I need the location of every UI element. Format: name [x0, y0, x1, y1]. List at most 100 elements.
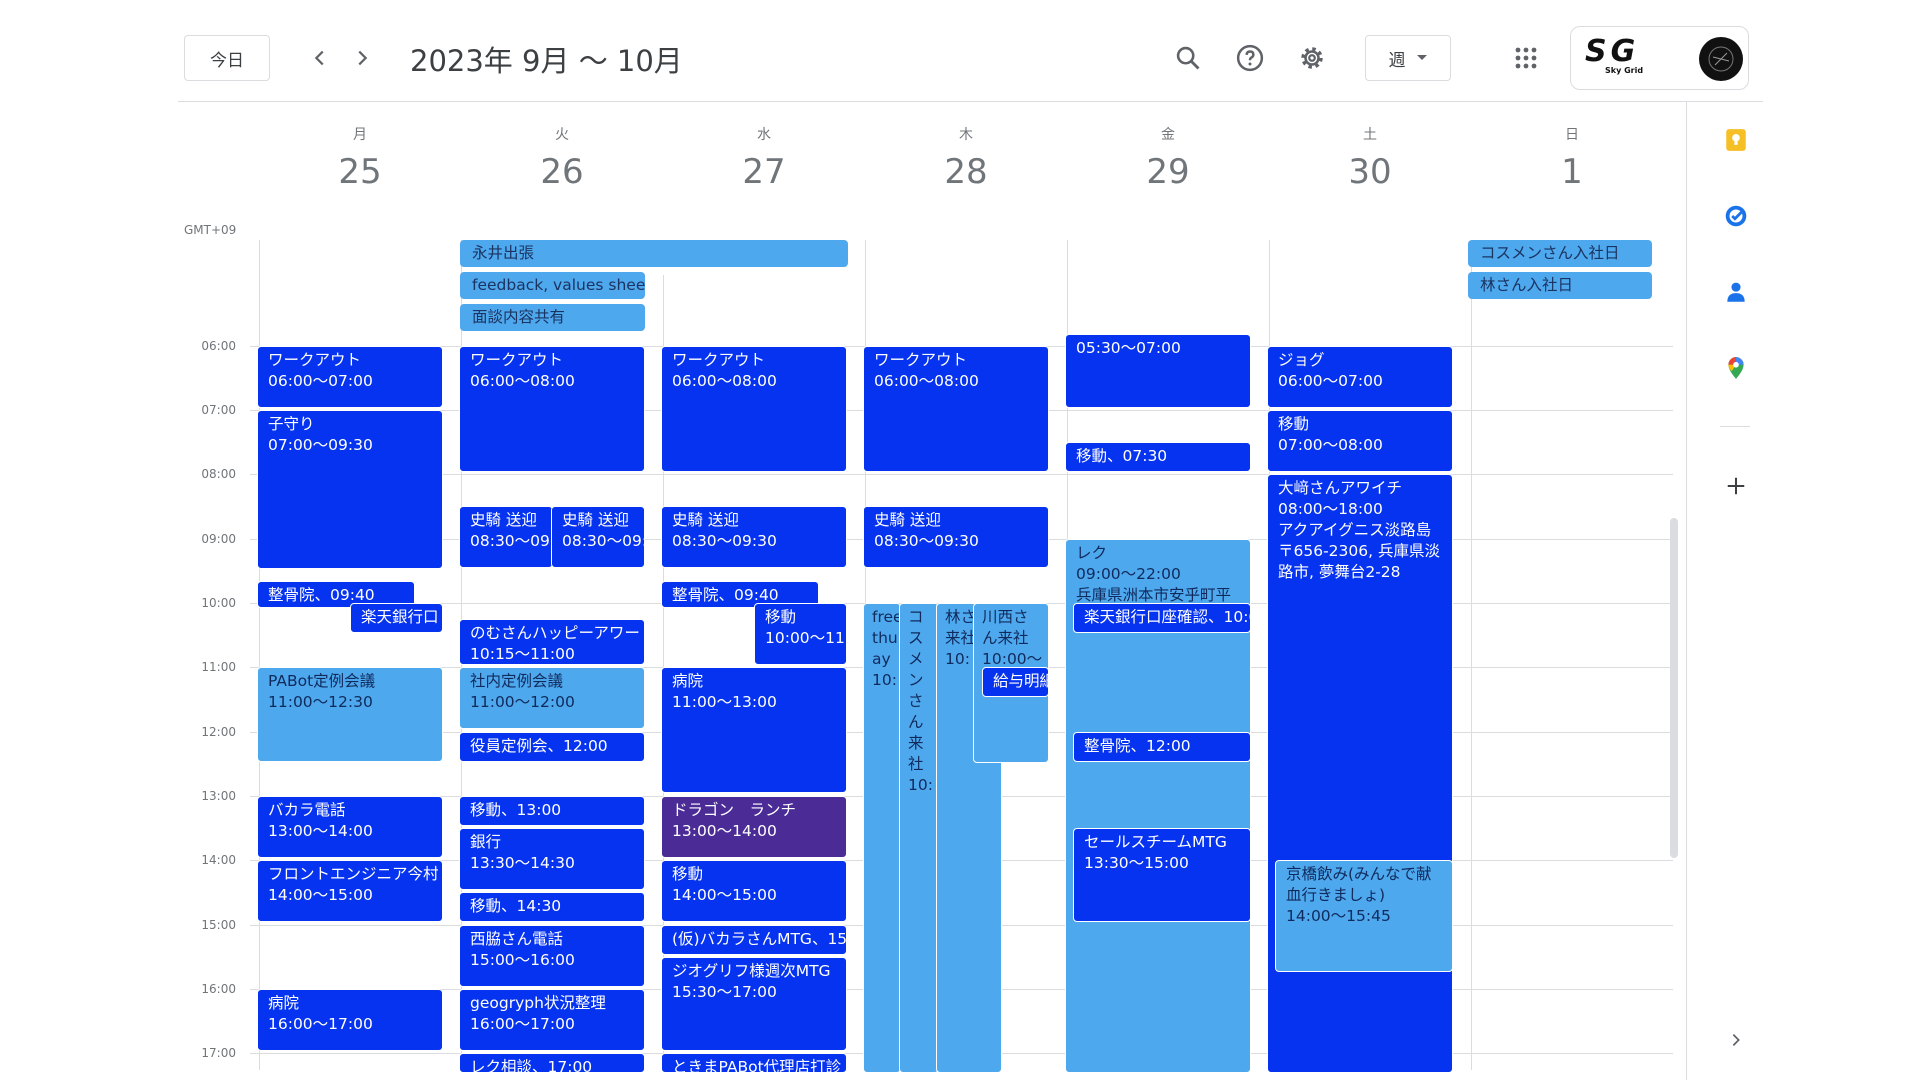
calendar-event[interactable]: 移動、13:00	[459, 796, 645, 826]
calendar-event[interactable]: ドラゴン ランチ 13:00〜14:00	[661, 796, 847, 858]
calendar-event[interactable]: ワークアウト 06:00〜08:00	[459, 346, 645, 472]
settings-button[interactable]	[1288, 34, 1336, 82]
calendar-event[interactable]: 役員定例会、12:00	[459, 732, 645, 762]
maps-icon	[1728, 357, 1744, 379]
day-header-wed[interactable]: 水 27	[664, 124, 864, 192]
calendar-event[interactable]: 移動、14:30	[459, 892, 645, 922]
hour-label: 16:00	[201, 982, 236, 996]
calendar-event[interactable]: のむさんハッピーアワー 10:15〜11:00	[459, 619, 645, 665]
calendar-event[interactable]: 社内定例会議 11:00〜12:00	[459, 667, 645, 729]
hour-label: 17:00	[201, 1046, 236, 1060]
calendar-event[interactable]: 子守り 07:00〜09:30	[257, 410, 443, 569]
view-selector[interactable]: 週	[1365, 35, 1451, 81]
calendar-event[interactable]: (仮)バカラさんMTG、15:00	[661, 925, 847, 955]
calendar-event[interactable]: 病院 11:00〜13:00	[661, 667, 847, 793]
keep-icon	[1726, 129, 1746, 151]
calendar-event[interactable]: ジオグリフ様週次MTG 15:30〜17:00	[661, 957, 847, 1051]
calendar-event[interactable]: ジョグ 06:00〜07:00	[1267, 346, 1453, 408]
tasks-button[interactable]	[1716, 196, 1756, 236]
search-icon	[1176, 46, 1200, 70]
grid-line	[1471, 240, 1472, 1070]
calendar-event[interactable]: 銀行 13:30〜14:30	[459, 828, 645, 890]
calendar-event[interactable]: 大﨑さんアワイチ 08:00〜18:00 アクアイグニス淡路島 〒656-2306,…	[1267, 474, 1453, 1073]
plus-icon	[1727, 477, 1745, 495]
calendar-event[interactable]: 史騎 送迎 08:30〜09:30	[863, 506, 1049, 568]
hour-line	[250, 474, 1673, 475]
calendar-event[interactable]: ときまPABot代理店打診	[661, 1053, 847, 1073]
gear-icon	[1301, 47, 1323, 69]
hour-label: 13:00	[201, 789, 236, 803]
apps-grid-icon	[1515, 47, 1537, 69]
hour-label: 12:00	[201, 725, 236, 739]
calendar-event[interactable]: 京橋飲み(みんなで献血行きましょ) 14:00〜15:45	[1275, 860, 1453, 972]
expand-side-panel-button[interactable]	[1716, 1020, 1756, 1060]
help-button[interactable]	[1226, 34, 1274, 82]
calendar-event[interactable]: ワークアウト 06:00〜07:00	[257, 346, 443, 408]
hour-label: 07:00	[201, 403, 236, 417]
maps-button[interactable]	[1716, 348, 1756, 388]
calendar-event[interactable]: PABot定例会議 11:00〜12:30	[257, 667, 443, 762]
calendar-event[interactable]: 移動、07:30	[1065, 442, 1251, 472]
day-header-sat[interactable]: 土 30	[1270, 124, 1470, 192]
day-header-sun[interactable]: 日1	[1472, 124, 1672, 192]
view-label: 週	[1388, 50, 1406, 71]
calendar-event[interactable]: 移動 07:00〜08:00	[1267, 410, 1453, 472]
hour-label: 14:00	[201, 853, 236, 867]
calendar-event[interactable]: 整骨院、12:00	[1073, 732, 1251, 762]
date-range-title: 2023年 9月 〜 10月	[410, 44, 683, 78]
day-header-fri[interactable]: 金 29	[1068, 124, 1268, 192]
hour-label: 06:00	[201, 339, 236, 353]
side-separator	[1720, 426, 1750, 427]
allday-event[interactable]: feedback, values shee	[460, 272, 645, 299]
contacts-button[interactable]	[1716, 272, 1756, 312]
calendar-event[interactable]: 楽天銀行口座確認、10:00	[1073, 603, 1251, 633]
hour-label: 08:00	[201, 467, 236, 481]
calendar-event[interactable]: 移動 14:00〜15:00	[661, 860, 847, 922]
keep-button[interactable]	[1716, 120, 1756, 160]
account-switcher[interactable]: SG Sky Grid	[1570, 26, 1749, 90]
previous-week-button[interactable]	[300, 38, 340, 78]
calendar-event[interactable]: 史騎 送迎 08:30〜09:30	[661, 506, 847, 568]
next-week-button[interactable]	[342, 38, 382, 78]
calendar-event[interactable]: 移動10:00〜11:00	[754, 603, 847, 665]
calendar-event[interactable]: バカラ電話 13:00〜14:00	[257, 796, 443, 858]
add-addon-button[interactable]	[1716, 466, 1756, 506]
scrollbar[interactable]	[1670, 518, 1678, 858]
allday-event[interactable]: 林さん入社日	[1468, 272, 1652, 299]
chevron-right-icon	[1732, 1034, 1740, 1046]
hour-label: 15:00	[201, 918, 236, 932]
dropdown-arrow-icon	[1416, 55, 1427, 60]
calendar-event[interactable]: 楽天銀行口	[350, 603, 443, 633]
allday-event[interactable]: 面談内容共有	[460, 304, 645, 331]
calendar-event[interactable]: コスメンさん来社 10:	[899, 603, 939, 1073]
calendar-event[interactable]: freee thu ay10:	[863, 603, 901, 1073]
calendar-event[interactable]: 西脇さん電話 15:00〜16:00	[459, 925, 645, 987]
header-divider	[178, 101, 1763, 102]
calendar-event[interactable]: 05:30〜07:00	[1065, 334, 1251, 408]
apps-button[interactable]	[1502, 34, 1550, 82]
search-button[interactable]	[1164, 34, 1212, 82]
calendar-event[interactable]: 史騎 送迎08:30〜09:3	[459, 506, 553, 568]
today-button[interactable]: 今日	[184, 35, 270, 81]
hour-label: 09:00	[201, 532, 236, 546]
calendar-event[interactable]: セールスチームMTG 13:30〜15:00	[1073, 828, 1251, 922]
side-panel-divider	[1686, 102, 1687, 1080]
calendar-event[interactable]: 病院 16:00〜17:00	[257, 989, 443, 1051]
calendar-event[interactable]: geogryph状況整理 16:00〜17:00	[459, 989, 645, 1051]
calendar-event[interactable]: ワークアウト 06:00〜08:00	[661, 346, 847, 472]
allday-event[interactable]: 永井出張	[460, 240, 848, 267]
calendar-event[interactable]: ワークアウト 06:00〜08:00	[863, 346, 1049, 472]
calendar-event[interactable]: フロントエンジニア今村 14:00〜15:00	[257, 860, 443, 922]
sky-grid-logo: SG Sky Grid	[1585, 34, 1644, 76]
avatar[interactable]	[1699, 37, 1743, 81]
hour-label: 10:00	[201, 596, 236, 610]
day-header-mon[interactable]: 月 25	[260, 124, 460, 192]
calendar-event[interactable]: レク相談、17:00	[459, 1053, 645, 1073]
calendar-event[interactable]: 史騎 送迎08:30〜09:3	[551, 506, 645, 568]
day-header-thu[interactable]: 木 28	[866, 124, 1066, 192]
calendar-event[interactable]: 給与明細	[982, 667, 1049, 697]
day-header-tue[interactable]: 火 26	[462, 124, 662, 192]
allday-event[interactable]: コスメンさん入社日	[1468, 240, 1652, 267]
contacts-icon	[1727, 282, 1745, 302]
chevron-right-icon	[358, 50, 368, 66]
